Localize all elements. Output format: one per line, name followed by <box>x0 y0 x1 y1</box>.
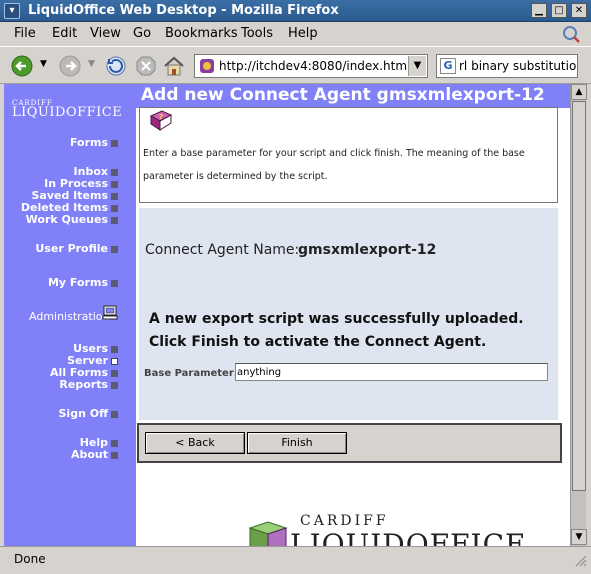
back-icon[interactable] <box>10 54 34 78</box>
base-parameter-label: Base Parameter: <box>144 368 238 379</box>
help-text: Enter a base parameter for your script a… <box>143 148 525 182</box>
menu-help[interactable]: Help <box>288 26 318 41</box>
title-bar: ▾ LiquidOffice Web Desktop - Mozilla Fir… <box>0 0 591 22</box>
sidebar-item-reports[interactable]: Reports <box>59 378 108 391</box>
in-process-bullet-icon <box>111 181 118 188</box>
scroll-up-icon[interactable]: ▲ <box>571 84 587 100</box>
my-forms-bullet-icon <box>111 280 118 287</box>
menu-file[interactable]: File <box>14 26 36 41</box>
sign-off-bullet-icon <box>111 411 118 418</box>
sidebar-item-forms[interactable]: Forms <box>70 136 108 149</box>
reload-icon[interactable] <box>104 54 128 78</box>
svg-text:?: ? <box>159 113 163 121</box>
close-icon[interactable]: ✕ <box>571 3 587 18</box>
stop-icon[interactable] <box>134 54 158 78</box>
maximize-icon[interactable]: □ <box>551 3 567 18</box>
window-menu-icon[interactable]: ▾ <box>4 3 20 19</box>
status-text: Done <box>14 552 46 566</box>
work-queues-bullet-icon <box>111 217 118 224</box>
resize-grip-icon[interactable] <box>573 553 587 567</box>
url-dropdown-icon[interactable]: ▼ <box>408 56 426 76</box>
sidebar-item-my-forms[interactable]: My Forms <box>48 276 108 289</box>
menu-view[interactable]: View <box>90 26 121 41</box>
sidebar-item-user-profile[interactable]: User Profile <box>35 242 108 255</box>
liquidoffice-logo-icon <box>248 521 288 546</box>
url-text[interactable]: http://itchdev4:8080/index.html <box>219 59 410 73</box>
sidebar-logo: CARDIFF LIQUIDOFFICE <box>12 99 122 120</box>
vertical-scrollbar[interactable]: ▲ ▼ <box>570 84 587 546</box>
agent-name-label: Connect Agent Name: <box>145 242 300 258</box>
back-dropdown-icon[interactable]: ▼ <box>40 59 47 69</box>
base-parameter-input[interactable] <box>235 363 548 381</box>
help-box: ? Enter a base parameter for your script… <box>139 107 558 203</box>
menu-edit[interactable]: Edit <box>52 26 77 41</box>
search-box[interactable]: G rl binary substitution <box>436 54 578 78</box>
scrollbar-thumb[interactable] <box>572 101 586 491</box>
menu-bar: File Edit View Go Bookmarks Tools Help <box>0 22 591 46</box>
saved-items-bullet-icon <box>111 193 118 200</box>
home-icon[interactable] <box>162 54 186 78</box>
inbox-bullet-icon <box>111 169 118 176</box>
all-forms-bullet-icon <box>111 370 118 377</box>
forms-bullet-icon <box>111 140 118 147</box>
url-bar[interactable]: http://itchdev4:8080/index.html ▼ <box>194 54 428 78</box>
button-bar: < Back Finish <box>137 423 562 463</box>
user-profile-bullet-icon <box>111 246 118 253</box>
help-book-icon: ? <box>149 110 173 131</box>
menu-bookmarks[interactable]: Bookmarks <box>165 26 238 41</box>
sidebar-logo-bottom: LIQUIDOFFICE <box>12 105 123 120</box>
site-favicon <box>200 59 214 73</box>
google-search-icon[interactable]: G <box>440 58 456 74</box>
finish-button[interactable]: Finish <box>247 432 347 454</box>
success-message-line1: A new export script was successfully upl… <box>149 311 524 327</box>
computer-icon <box>102 305 118 320</box>
sidebar-item-work-queues[interactable]: Work Queues <box>26 213 108 226</box>
forward-dropdown-icon[interactable]: ▼ <box>88 59 95 69</box>
search-input[interactable]: rl binary substitution <box>459 59 577 73</box>
menu-go[interactable]: Go <box>133 26 151 41</box>
sidebar-item-administration[interactable]: Administration <box>29 310 110 323</box>
status-bar: Done <box>0 546 591 574</box>
success-message: A new export script was successfully upl… <box>149 308 524 354</box>
menu-tools[interactable]: Tools <box>241 26 273 41</box>
footer-logo-bottom: LIQUIDOFFICE <box>290 528 527 546</box>
success-message-line2: Click Finish to activate the Connect Age… <box>149 334 487 350</box>
sidebar: CARDIFF LIQUIDOFFICE Forms Inbox In Proc… <box>4 84 136 546</box>
main-panel: Add new Connect Agent gmsxmlexport-12 ? … <box>136 84 570 546</box>
agent-name-value: gmsxmlexport-12 <box>298 242 437 258</box>
footer-logo: CARDIFF LIQUIDOFFICE <box>246 510 566 546</box>
about-bullet-icon <box>111 452 118 459</box>
reports-bullet-icon <box>111 382 118 389</box>
window-title: LiquidOffice Web Desktop - Mozilla Firef… <box>28 3 339 18</box>
throbber-icon <box>563 26 580 43</box>
forward-icon[interactable] <box>58 54 82 78</box>
sidebar-item-sign-off[interactable]: Sign Off <box>59 407 109 420</box>
footer-logo-top: CARDIFF <box>300 513 389 529</box>
help-bullet-icon <box>111 440 118 447</box>
form-area: Connect Agent Name: gmsxmlexport-12 A ne… <box>139 208 558 420</box>
server-bullet-icon <box>111 358 118 365</box>
page-viewport: CARDIFF LIQUIDOFFICE Forms Inbox In Proc… <box>4 84 570 546</box>
page-title: Add new Connect Agent gmsxmlexport-12 <box>141 85 545 105</box>
scroll-down-icon[interactable]: ▼ <box>571 529 587 545</box>
back-button[interactable]: < Back <box>145 432 245 454</box>
page-header: Add new Connect Agent gmsxmlexport-12 <box>136 84 570 108</box>
minimize-icon[interactable]: ▁ <box>531 3 547 18</box>
sidebar-item-about[interactable]: About <box>71 448 108 461</box>
users-bullet-icon <box>111 346 118 353</box>
deleted-items-bullet-icon <box>111 205 118 212</box>
navigation-toolbar: ▼ ▼ http://itchdev4:8080/index.html ▼ G … <box>0 46 591 84</box>
